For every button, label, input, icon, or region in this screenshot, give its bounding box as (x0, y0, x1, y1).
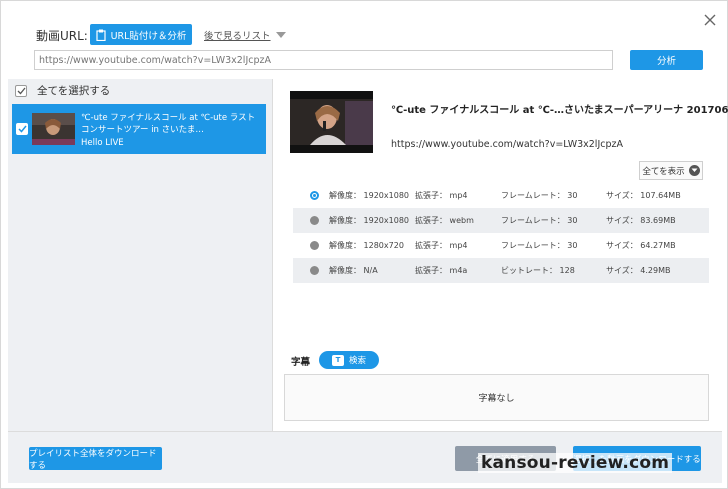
format-framerate: フレームレート： 30 (501, 216, 578, 225)
format-row[interactable]: 解像度： N/A 拡張子： m4a ビットレート： 128 サイズ： 4.29M… (293, 258, 709, 283)
video-list-panel: 全てを選択する ℃-ute ファイナルスコール at ℃-ute ラストコンサー… (8, 79, 273, 431)
close-button[interactable] (699, 9, 721, 31)
format-radio[interactable] (310, 266, 319, 275)
watch-later-label: 後で見るリスト (204, 31, 271, 42)
chevron-down-icon (275, 32, 286, 38)
clipboard-icon (95, 29, 106, 41)
format-radio[interactable] (310, 241, 319, 250)
format-framerate: フレームレート： 30 (501, 191, 578, 200)
video-title: ℃-ute ファイナルスコール at ℃-…さいたまスーパーアリーナ 20170… (391, 105, 728, 116)
format-resolution: 解像度： 1280x720 (329, 241, 404, 250)
list-item[interactable]: ℃-ute ファイナルスコール at ℃-ute ラストコンサートツアー in … (12, 104, 266, 154)
format-list: 解像度： 1920x1080 拡張子： mp4 フレームレート： 30 サイズ：… (293, 183, 709, 283)
format-radio-selected[interactable] (310, 191, 319, 200)
close-icon[interactable] (704, 14, 716, 26)
select-all-checkbox[interactable]: 全てを選択する (15, 83, 110, 98)
video-url: https://www.youtube.com/watch?v=LW3x2lJc… (391, 139, 623, 150)
site-watermark: kansou-review.com (478, 453, 673, 473)
check-icon (17, 125, 27, 133)
format-extension: 拡張子： m4a (415, 266, 468, 275)
video-url-label: 動画URL: (36, 29, 88, 43)
format-row[interactable]: 解像度： 1920x1080 拡張子： webm フレームレート： 30 サイズ… (293, 208, 709, 233)
paste-button-label: URL貼付け＆分析 (110, 30, 187, 42)
download-playlist-button[interactable]: プレイリスト全体をダウンロードする (29, 447, 162, 471)
subtitle-search-button[interactable]: T 検索 (319, 351, 379, 369)
no-subtitles-text: 字幕なし (478, 394, 515, 404)
format-resolution: 解像度： 1920x1080 (329, 216, 409, 225)
chevron-down-icon (688, 165, 700, 176)
subtitle-box: 字幕なし (284, 374, 709, 421)
format-extension: 拡張子： webm (415, 216, 474, 225)
downloader-window: 動画URL: URL貼付け＆分析 後で見るリスト 分析 全てを選択する (0, 0, 728, 489)
format-size: サイズ： 107.64MB (606, 191, 681, 200)
check-icon (17, 87, 26, 94)
format-bitrate: ビットレート： 128 (501, 266, 575, 275)
show-all-label: 全てを表示 (642, 166, 685, 177)
video-thumbnail (32, 113, 75, 145)
checkbox-checked[interactable] (15, 84, 27, 97)
format-extension: 拡張子： mp4 (415, 191, 468, 200)
subtitle-search-icon: T (331, 354, 344, 366)
format-row[interactable]: 解像度： 1280x720 拡張子： mp4 フレームレート： 30 サイズ： … (293, 233, 709, 258)
list-item-title: ℃-ute ファイナルスコール at ℃-ute ラストコンサートツアー in … (81, 113, 256, 135)
format-row[interactable]: 解像度： 1920x1080 拡張子： mp4 フレームレート： 30 サイズ：… (293, 183, 709, 208)
analyze-button[interactable]: 分析 (630, 50, 703, 70)
format-extension: 拡張子： mp4 (415, 241, 468, 250)
search-button-label: 検索 (348, 356, 366, 366)
paste-and-analyze-button[interactable]: URL貼付け＆分析 (90, 24, 192, 45)
item-checkbox[interactable] (16, 123, 28, 135)
format-resolution: 解像度： N/A (329, 266, 378, 275)
format-size: サイズ： 83.69MB (606, 216, 676, 225)
format-framerate: フレームレート： 30 (501, 241, 578, 250)
show-all-button[interactable]: 全てを表示 (639, 161, 703, 180)
select-all-label: 全てを選択する (37, 85, 111, 97)
format-radio[interactable] (310, 216, 319, 225)
format-resolution: 解像度： 1920x1080 (329, 191, 409, 200)
subtitle-label: 字幕 (291, 357, 311, 368)
watch-later-list-link[interactable]: 後で見るリスト (204, 28, 286, 42)
format-size: サイズ： 64.27MB (606, 241, 676, 250)
list-item-channel: Hello LIVE (81, 138, 124, 148)
video-thumbnail-large (290, 91, 373, 153)
format-size: サイズ： 4.29MB (606, 266, 671, 275)
url-input[interactable] (34, 50, 613, 70)
